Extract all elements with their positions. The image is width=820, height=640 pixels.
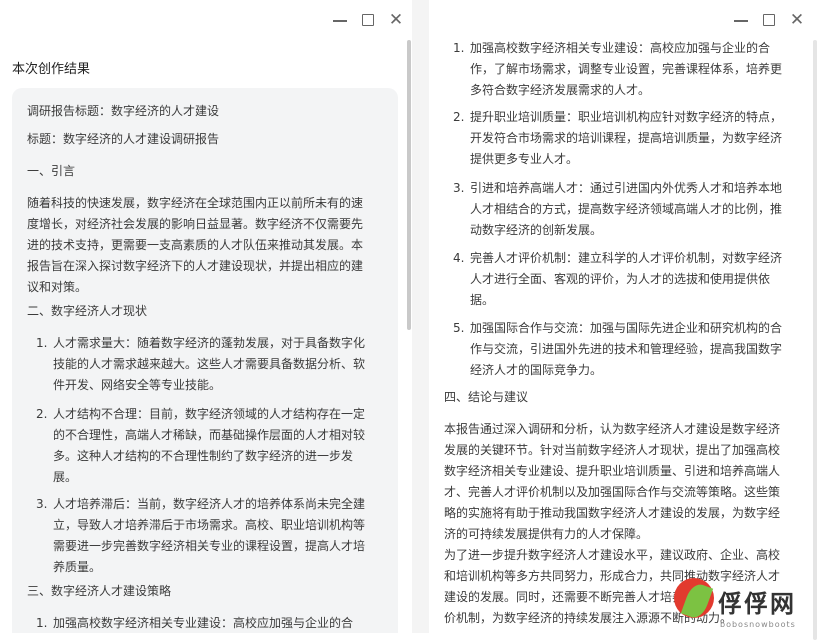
text-line: 人才相结合的方式，提高数字经济领域高端人才的比例，推 xyxy=(470,202,783,216)
watermark-text: 俘俘网 xyxy=(718,590,796,618)
section-heading: 四、结论与建议 xyxy=(444,390,529,404)
text-line: 人才需求量大：随着数字经济的蓬勃发展，对于具备数字化 xyxy=(53,336,366,350)
section-heading: 二、数字经济人才现状 xyxy=(27,304,148,318)
text-line: 展。 xyxy=(53,470,78,484)
minimize-button[interactable] xyxy=(733,12,749,28)
text-line: 本报告通过深入调研和分析，认为数字经济人才建设是数字经济 xyxy=(444,422,781,436)
list-item: 2. 提升职业培训质量：职业培训机构应针对数字经济的特点， 开发符合市场需求的培… xyxy=(453,107,783,170)
minimize-button[interactable] xyxy=(332,12,348,28)
right-window: ✕ 1. 加强高校数字经济相关专业建设：高校应加强与企业的合 作，了解市场需求，… xyxy=(429,0,820,633)
text-line: 人才结构不合理：目前，数字经济领域的人才结构存在一定 xyxy=(53,407,366,421)
text-line: 人才培养滞后：当前，数字经济人才的培养体系尚未完全建 xyxy=(53,497,366,511)
text-line: 立，导致人才培养滞后于市场需求。高校、职业培训机构等 xyxy=(53,518,366,532)
text-line: 多符合数字经济发展需求的人才。 xyxy=(470,83,651,97)
text-line: 提升职业培训质量：职业培训机构应针对数字经济的特点， xyxy=(470,110,783,124)
intro-paragraph: 随着科技的快速发展，数字经济在全球范围内正以前所未有的速 度增长，对经济社会发展… xyxy=(27,193,363,298)
list-item: 3. 人才培养滞后：当前，数字经济人才的培养体系尚未完全建 立，导致人才培养滞后… xyxy=(36,494,366,578)
panel-title: 本次创作结果 xyxy=(12,62,91,77)
list-number: 1. xyxy=(36,616,48,630)
text-line: 引进和培养高端人才：通过引进国内外优秀人才和培养本地 xyxy=(470,181,783,195)
text-line: 据。 xyxy=(470,293,495,307)
scrollbar[interactable] xyxy=(407,40,411,330)
text-line: 人才进行全面、客观的评价，为人才的选拔和使用提供依 xyxy=(470,272,771,286)
text-line: 随着科技的快速发展，数字经济在全球范围内正以前所未有的速 xyxy=(27,196,364,210)
list-number: 2. xyxy=(453,110,465,124)
text-line: 议和对策。 xyxy=(27,280,88,294)
section-heading: 一、引言 xyxy=(27,164,76,178)
conclusion-paragraph: 本报告通过深入调研和分析，认为数字经济人才建设是数字经济 发展的关键环节。针对当… xyxy=(444,419,780,545)
watermark: 俘俘网 bobosnowboots xyxy=(668,578,818,633)
text-line: 度增长，对经济社会发展的影响日益显著。数字经济不仅需要先 xyxy=(27,217,364,231)
list-number: 1. xyxy=(453,41,465,55)
list-number: 1. xyxy=(36,336,48,350)
text-line: 件开发、网络安全等专业技能。 xyxy=(53,378,222,392)
text-line: 需要进一步完善数字经济相关专业的课程设置，提高人才培 xyxy=(53,539,366,553)
left-window: ✕ 本次创作结果 调研报告标题：数字经济的人才建设 标题：数字经济的人才建设调研… xyxy=(0,0,412,633)
text-line: 的不合理性，高端人才稀缺，而基础操作层面的人才相对较 xyxy=(53,428,366,442)
text-line: 为了进一步提升数字经济人才建设水平，建议政府、企业、高校 xyxy=(444,548,781,562)
text-line: 济的可持续发展提供有力的人才保障。 xyxy=(444,527,649,541)
list-item: 5. 加强国际合作与交流：加强与国际先进企业和研究机构的合 作与交流，引进国外先… xyxy=(453,318,783,381)
text-line: 加强高校数字经济相关专业建设：高校应加强与企业的合 xyxy=(470,41,771,55)
left-titlebar: ✕ xyxy=(0,0,412,40)
close-button[interactable]: ✕ xyxy=(789,12,805,29)
list-item: 1. 加强高校数字经济相关专业建设：高校应加强与企业的合 作，了解市场需求，调整… xyxy=(453,38,783,101)
window-divider xyxy=(412,0,429,633)
text-line: 略的实施将有助于推动我国数字经济人才建设的发展，为数字经 xyxy=(444,506,781,520)
text-line: 进的技术支持，更需要一支高素质的人才队伍来推动其发展。本 xyxy=(27,238,364,252)
text-line: 加强高校数字经济相关专业建设：高校应加强与企业的合 xyxy=(53,616,354,630)
text-line: 完善人才评价机制：建立科学的人才评价机制，对数字经济 xyxy=(470,251,783,265)
section-heading: 三、数字经济人才建设策略 xyxy=(27,584,172,598)
text-line: 作与交流，引进国外先进的技术和管理经验，提高我国数字 xyxy=(470,342,783,356)
text-line: 经济人才的国际竞争力。 xyxy=(470,363,603,377)
watermark-subtext: bobosnowboots xyxy=(720,620,796,629)
close-button[interactable]: ✕ xyxy=(388,12,404,29)
title-line: 标题：数字经济的人才建设调研报告 xyxy=(27,132,220,146)
maximize-button[interactable] xyxy=(360,12,376,28)
scrollbar[interactable] xyxy=(813,40,817,640)
list-item: 1. 人才需求量大：随着数字经济的蓬勃发展，对于具备数字化 技能的人才需求越来越… xyxy=(36,333,366,396)
text-line: 提供更多专业人才。 xyxy=(470,152,579,166)
text-line: 发展的关键环节。针对当前数字经济人才现状，提出了加强高校 xyxy=(444,443,781,457)
text-line: 作，了解市场需求，调整专业设置，完善课程体系，培养更 xyxy=(470,62,783,76)
text-line: 数字经济相关专业建设、提升职业培训质量、引进和培养高端人 xyxy=(444,464,781,478)
list-number: 4. xyxy=(453,251,465,265)
list-number: 2. xyxy=(36,407,48,421)
text-line: 动数字经济的创新发展。 xyxy=(470,223,603,237)
list-number: 3. xyxy=(453,181,465,195)
text-line: 养质量。 xyxy=(53,560,102,574)
text-line: 技能的人才需求越来越大。这些人才需要具备数据分析、软 xyxy=(53,357,366,371)
list-item: 2. 人才结构不合理：目前，数字经济领域的人才结构存在一定 的不合理性，高端人才… xyxy=(36,404,366,488)
text-line: 加强国际合作与交流：加强与国际先进企业和研究机构的合 xyxy=(470,321,783,335)
text-line: 才、完善人才评价机制以及加强国际合作与交流等策略。这些策 xyxy=(444,485,781,499)
list-item: 1. 加强高校数字经济相关专业建设：高校应加强与企业的合 xyxy=(36,613,354,633)
text-line: 报告旨在深入探讨数字经济下的人才建设现状，并提出相应的建 xyxy=(27,259,364,273)
text-line: 开发符合市场需求的培训课程，提高培训质量，为数字经济 xyxy=(470,131,783,145)
maximize-button[interactable] xyxy=(761,12,777,28)
list-item: 4. 完善人才评价机制：建立科学的人才评价机制，对数字经济 人才进行全面、客观的… xyxy=(453,248,783,311)
right-titlebar: ✕ xyxy=(429,0,820,40)
list-number: 5. xyxy=(453,321,465,335)
list-item: 3. 引进和培养高端人才：通过引进国内外优秀人才和培养本地 人才相结合的方式，提… xyxy=(453,178,783,241)
text-line: 多。这种人才结构的不合理性制约了数字经济的进一步发 xyxy=(53,449,354,463)
report-title: 调研报告标题：数字经济的人才建设 xyxy=(27,104,220,118)
list-number: 3. xyxy=(36,497,48,511)
